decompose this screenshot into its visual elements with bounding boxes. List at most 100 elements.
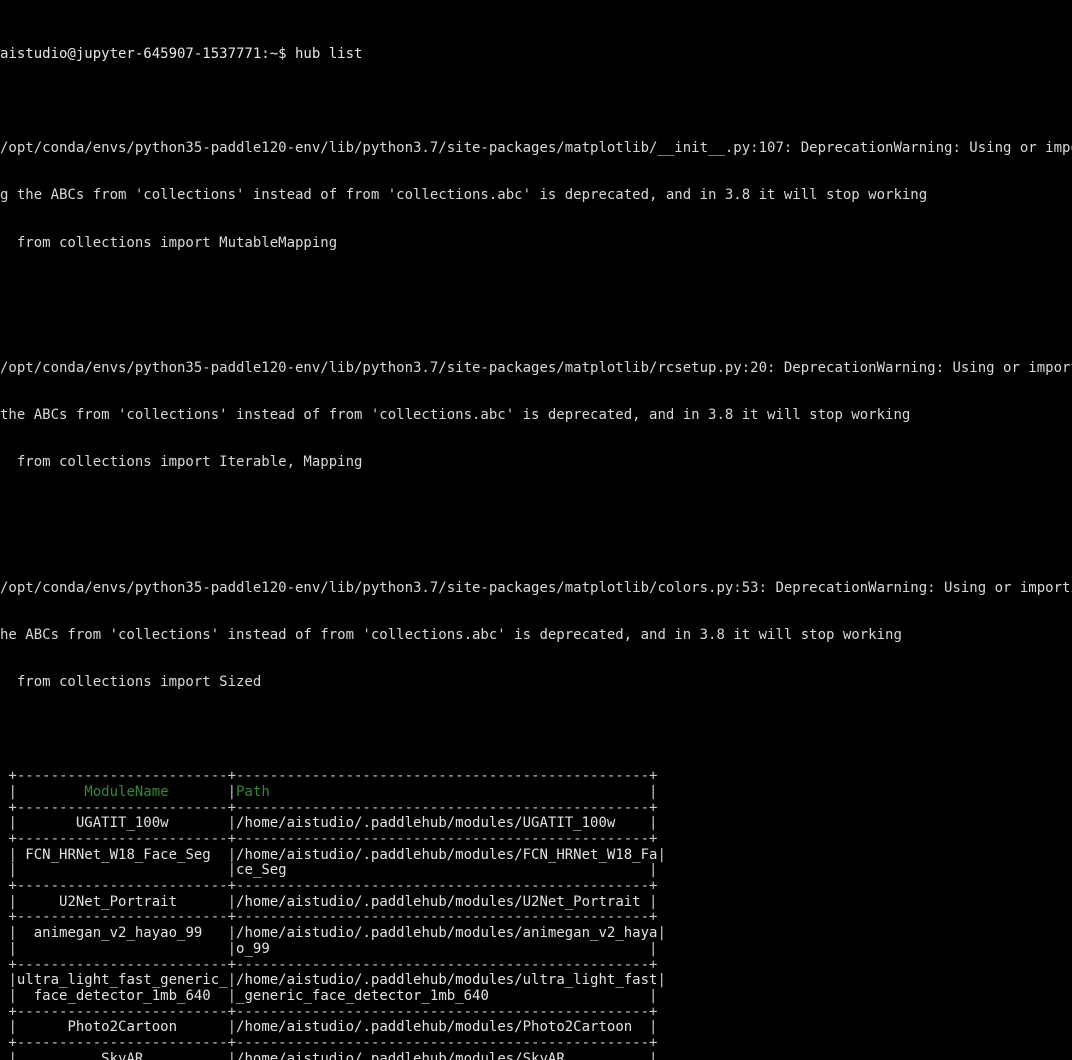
table-cell-modulename: FCN_HRNet_W18_Face_Seg [16,846,228,863]
warning-block-2: /opt/conda/envs/python35-paddle120-env/l… [0,550,1072,723]
table-pipe: | [649,862,658,879]
table-cell-modulename: ultra_light_fast_generic_ [16,972,228,989]
left-margin [0,972,8,988]
warning-line: from collections import Sized [0,674,262,691]
table-pipe: | [227,815,237,832]
table-pipe: | [8,846,17,863]
warning-line: the ABCs from 'collections' instead of f… [0,407,911,424]
table-row: | U2Net_Portrait |/home/aistudio/.paddle… [0,893,1072,911]
left-margin [0,784,8,800]
table-pipe: | [649,783,658,800]
table-row: | |ce_Seg | [0,863,1072,879]
left-margin [0,941,8,957]
terminal-window[interactable]: aistudio@jupyter-645907-1537771:~$ hub l… [0,0,1072,1060]
warning-line: from collections import MutableMapping [0,234,338,251]
table-row: | |o_99 | [0,940,1072,958]
table-cell-path: _generic_face_detector_1mb_640 [236,987,650,1004]
prompt-line: aistudio@jupyter-645907-1537771:~$ hub l… [0,46,363,63]
table-border-row: +-------------------------+-------------… [0,768,658,785]
table-header-modulename: ModuleName [16,783,228,800]
left-margin [0,988,8,1004]
table-header-path: Path [236,783,650,800]
table-cell-path: o_99 [236,940,650,957]
table-pipe: | [227,1050,237,1060]
table-pipe: | [649,987,658,1004]
table-border-row: +-------------------------+-------------… [0,799,658,816]
table-pipe: | [649,940,658,957]
table-header-row: | ModuleName |Path | [0,783,1072,801]
left-margin [0,815,8,831]
table-pipe: | [8,940,17,957]
table-pipe: | [227,940,237,957]
warning-line: /opt/conda/envs/python35-paddle120-env/l… [0,579,1072,596]
warning-line: g the ABCs from 'collections' instead of… [0,187,928,204]
table-cell-modulename: face_detector_1mb_640 [16,987,228,1004]
table-cell-modulename: UGATIT_100w [16,815,228,832]
table-cell-modulename: Photo2Cartoon [16,1019,228,1036]
table-pipe: | [8,862,17,879]
table-pipe: | [8,925,17,942]
table-pipe: | [8,1019,17,1036]
table-row: | Photo2Cartoon |/home/aistudio/.paddleh… [0,1019,1072,1036]
table-cell-path: /home/aistudio/.paddlehub/modules/FCN_HR… [236,846,658,863]
table-pipe: | [8,815,17,832]
table-pipe: | [649,893,658,910]
table-pipe: | [227,862,237,879]
table-pipe: | [227,846,237,863]
module-table: +-------------------------+-------------… [0,769,1072,1060]
table-pipe: | [227,893,237,910]
table-pipe: | [657,925,666,942]
warning-block-1: /opt/conda/envs/python35-paddle120-env/l… [0,330,1072,503]
table-cell-modulename [17,862,228,878]
table-pipe: | [657,846,666,863]
table-pipe: | [657,972,666,989]
table-row: |ultra_light_fast_generic_|/home/aistudi… [0,972,1072,989]
left-margin [0,894,8,910]
table-cell-path: /home/aistudio/.paddlehub/modules/UGATIT… [236,815,650,832]
left-margin [0,847,8,863]
warning-line: he ABCs from 'collections' instead of fr… [0,627,902,643]
table-cell-path: /home/aistudio/.paddlehub/modules/SkyAR [236,1050,650,1060]
table-pipe: | [8,1050,17,1060]
table-pipe: | [227,783,237,800]
table-row: | face_detector_1mb_640 |_generic_face_d… [0,987,1072,1005]
table-pipe: | [649,815,658,832]
warning-line: /opt/conda/envs/python35-paddle120-env/l… [0,140,1072,157]
table-cell-path: /home/aistudio/.paddlehub/modules/ultra_… [236,972,658,989]
table-cell-path: /home/aistudio/.paddlehub/modules/animeg… [236,925,658,942]
table-pipe: | [8,987,17,1004]
table-cell-modulename: U2Net_Portrait [16,893,228,910]
table-pipe: | [8,893,17,910]
table-border-row: +-------------------------+-------------… [0,1034,658,1051]
table-border-row: +-------------------------+-------------… [0,878,658,895]
left-margin [0,862,8,878]
table-cell-path: /home/aistudio/.paddlehub/modules/Photo2… [236,1019,650,1036]
left-margin [0,925,8,941]
table-cell-path: /home/aistudio/.paddlehub/modules/U2Net_… [236,893,650,910]
table-pipe: | [649,1019,658,1036]
table-row: | FCN_HRNet_W18_Face_Seg |/home/aistudio… [0,846,1072,864]
table-border-row: +-------------------------+-------------… [0,956,658,973]
left-margin [0,1019,8,1035]
table-pipe: | [227,972,237,989]
table-border-row: +-------------------------+-------------… [0,1003,658,1020]
left-margin [0,1051,8,1060]
table-cell-modulename: SkyAR [16,1050,228,1060]
warning-block-0: /opt/conda/envs/python35-paddle120-env/l… [0,110,1072,283]
table-border-row: +-------------------------+-------------… [0,909,658,926]
table-row: | SkyAR |/home/aistudio/.paddlehub/modul… [0,1050,1072,1060]
table-border-row: +-------------------------+-------------… [0,831,658,848]
warning-line: /opt/conda/envs/python35-paddle120-env/l… [0,360,1072,377]
table-pipe: | [649,1050,658,1060]
table-pipe: | [227,925,237,942]
table-cell-path: ce_Seg [236,862,650,879]
table-row: | UGATIT_100w |/home/aistudio/.paddlehub… [0,816,1072,832]
table-pipe: | [227,987,237,1004]
table-pipe: | [227,1019,237,1036]
table-cell-modulename: animegan_v2_hayao_99 [16,925,228,942]
table-pipe: | [8,783,17,800]
warning-line: from collections import Iterable, Mappin… [0,454,363,471]
table-pipe: | [8,972,17,989]
table-row: | animegan_v2_hayao_99 |/home/aistudio/.… [0,925,1072,942]
table-cell-modulename [17,941,228,957]
